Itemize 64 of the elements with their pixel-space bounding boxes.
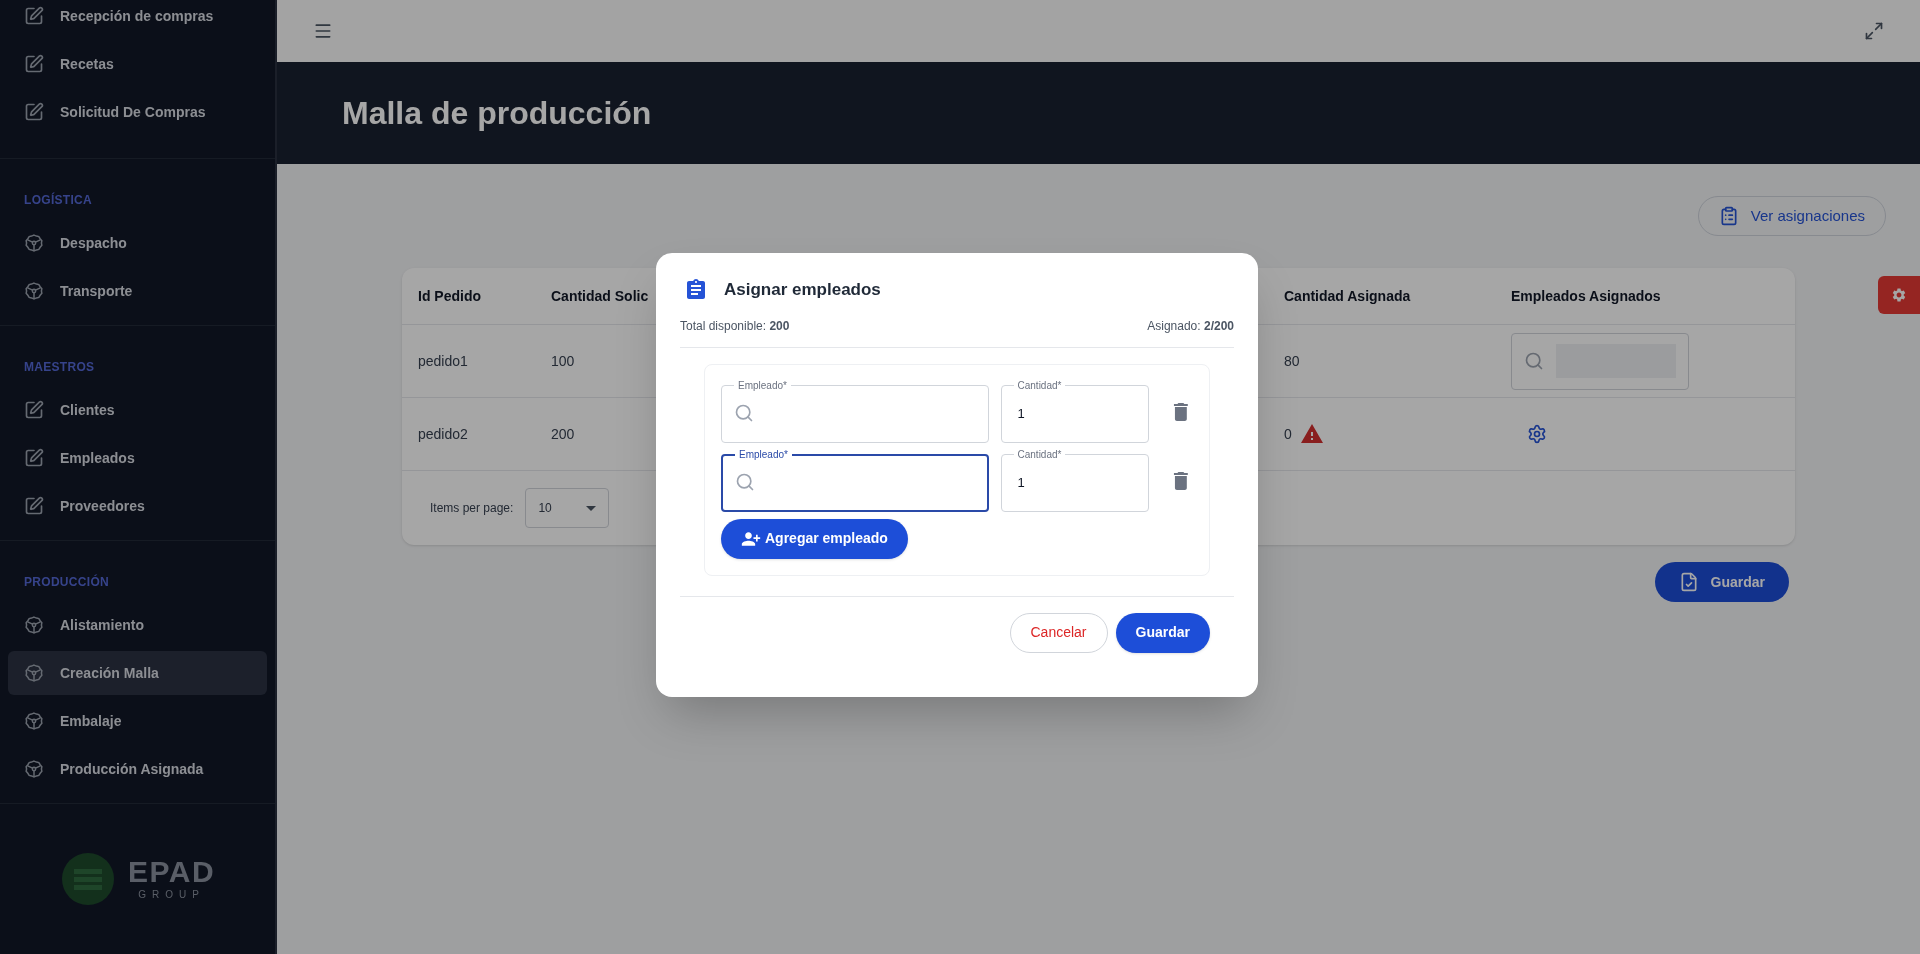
- wheel-icon: [24, 233, 44, 253]
- caret-icon: [586, 505, 597, 511]
- wheel-icon: [24, 281, 44, 301]
- quantity-field[interactable]: Cantidad* 1: [1000, 380, 1150, 443]
- employee-field[interactable]: Empleado*: [721, 380, 989, 443]
- section-heading: PRODUCCIÓN: [23, 573, 110, 591]
- sidebar-item[interactable]: Despacho: [8, 221, 267, 265]
- dialog-title: Asignar empleados: [724, 279, 881, 301]
- sidebar-item[interactable]: Creación Malla: [8, 651, 267, 695]
- sidebar-item[interactable]: Recepción de compras: [8, 0, 267, 38]
- search-icon: [735, 471, 755, 492]
- edit-icon: [24, 6, 44, 26]
- sidebar-item[interactable]: Embalaje: [8, 699, 267, 743]
- assigned-count: Asignado: 2/200: [1147, 317, 1234, 335]
- column-header: Empleados Asignados: [1511, 286, 1661, 306]
- items-per-page-label: Items per page:: [430, 500, 514, 517]
- settings-tab[interactable]: [1878, 276, 1920, 314]
- sidebar-item[interactable]: Clientes: [8, 388, 267, 432]
- column-header: Cantidad Asignada: [1284, 286, 1412, 306]
- logo-icon: [59, 851, 116, 907]
- logo-name: EPAD: [127, 856, 216, 887]
- logo-tagline: GROUP: [138, 887, 205, 902]
- page-title: Malla de producción: [342, 94, 652, 133]
- employee-field[interactable]: Empleado*: [721, 449, 989, 512]
- search-field[interactable]: [1511, 332, 1689, 390]
- save-button[interactable]: Guardar: [1115, 612, 1210, 653]
- settings-icon: [1891, 287, 1907, 303]
- table-cell-text: pedido2: [418, 424, 469, 444]
- sidebar-item[interactable]: Empleados: [8, 436, 267, 480]
- sidebar-item[interactable]: Solicitud De Compras: [8, 90, 267, 134]
- search-icon: [1524, 351, 1544, 371]
- sidebar-item[interactable]: Transporte: [8, 269, 267, 313]
- edit-icon: [24, 54, 44, 74]
- items-per-page-select[interactable]: 10: [525, 488, 610, 528]
- total-available: Total disponible: 200: [680, 317, 790, 335]
- wheel-icon: [24, 711, 44, 731]
- table-cell-text: 80: [1284, 351, 1300, 371]
- sidebar-item[interactable]: Producción Asignada: [8, 747, 267, 791]
- column-header: Id Pedido: [418, 286, 482, 306]
- menu-icon[interactable]: [313, 21, 333, 41]
- table-cell-text: pedido1: [418, 351, 469, 371]
- edit-icon: [24, 448, 44, 468]
- settings-icon[interactable]: [1527, 424, 1547, 444]
- table-cell-text: 0: [1284, 424, 1292, 444]
- edit-icon: [24, 400, 44, 420]
- column-header: Cantidad Solic: [551, 287, 649, 304]
- wheel-icon: [24, 615, 44, 635]
- clipboard-icon: [684, 277, 708, 302]
- sidebar-item[interactable]: Recetas: [8, 42, 267, 86]
- table-cell-text: 100: [551, 351, 576, 371]
- table-cell-text: 200: [551, 424, 576, 444]
- edit-icon: [24, 496, 44, 516]
- section-heading: MAESTROS: [23, 359, 96, 376]
- wheel-icon: [24, 759, 44, 779]
- wheel-icon: [24, 663, 44, 683]
- search-icon: [734, 402, 754, 423]
- fullscreen-icon[interactable]: [1864, 21, 1884, 41]
- sidebar-item[interactable]: Proveedores: [8, 484, 267, 528]
- section-heading: LOGÍSTICA: [23, 191, 94, 209]
- edit-icon: [24, 102, 44, 122]
- sidebar-item[interactable]: Alistamiento: [8, 603, 267, 647]
- quantity-field[interactable]: Cantidad* 1: [1000, 449, 1150, 512]
- add-employee-button[interactable]: Agregar empleado: [721, 518, 908, 559]
- save-button[interactable]: Guardar: [1654, 562, 1789, 602]
